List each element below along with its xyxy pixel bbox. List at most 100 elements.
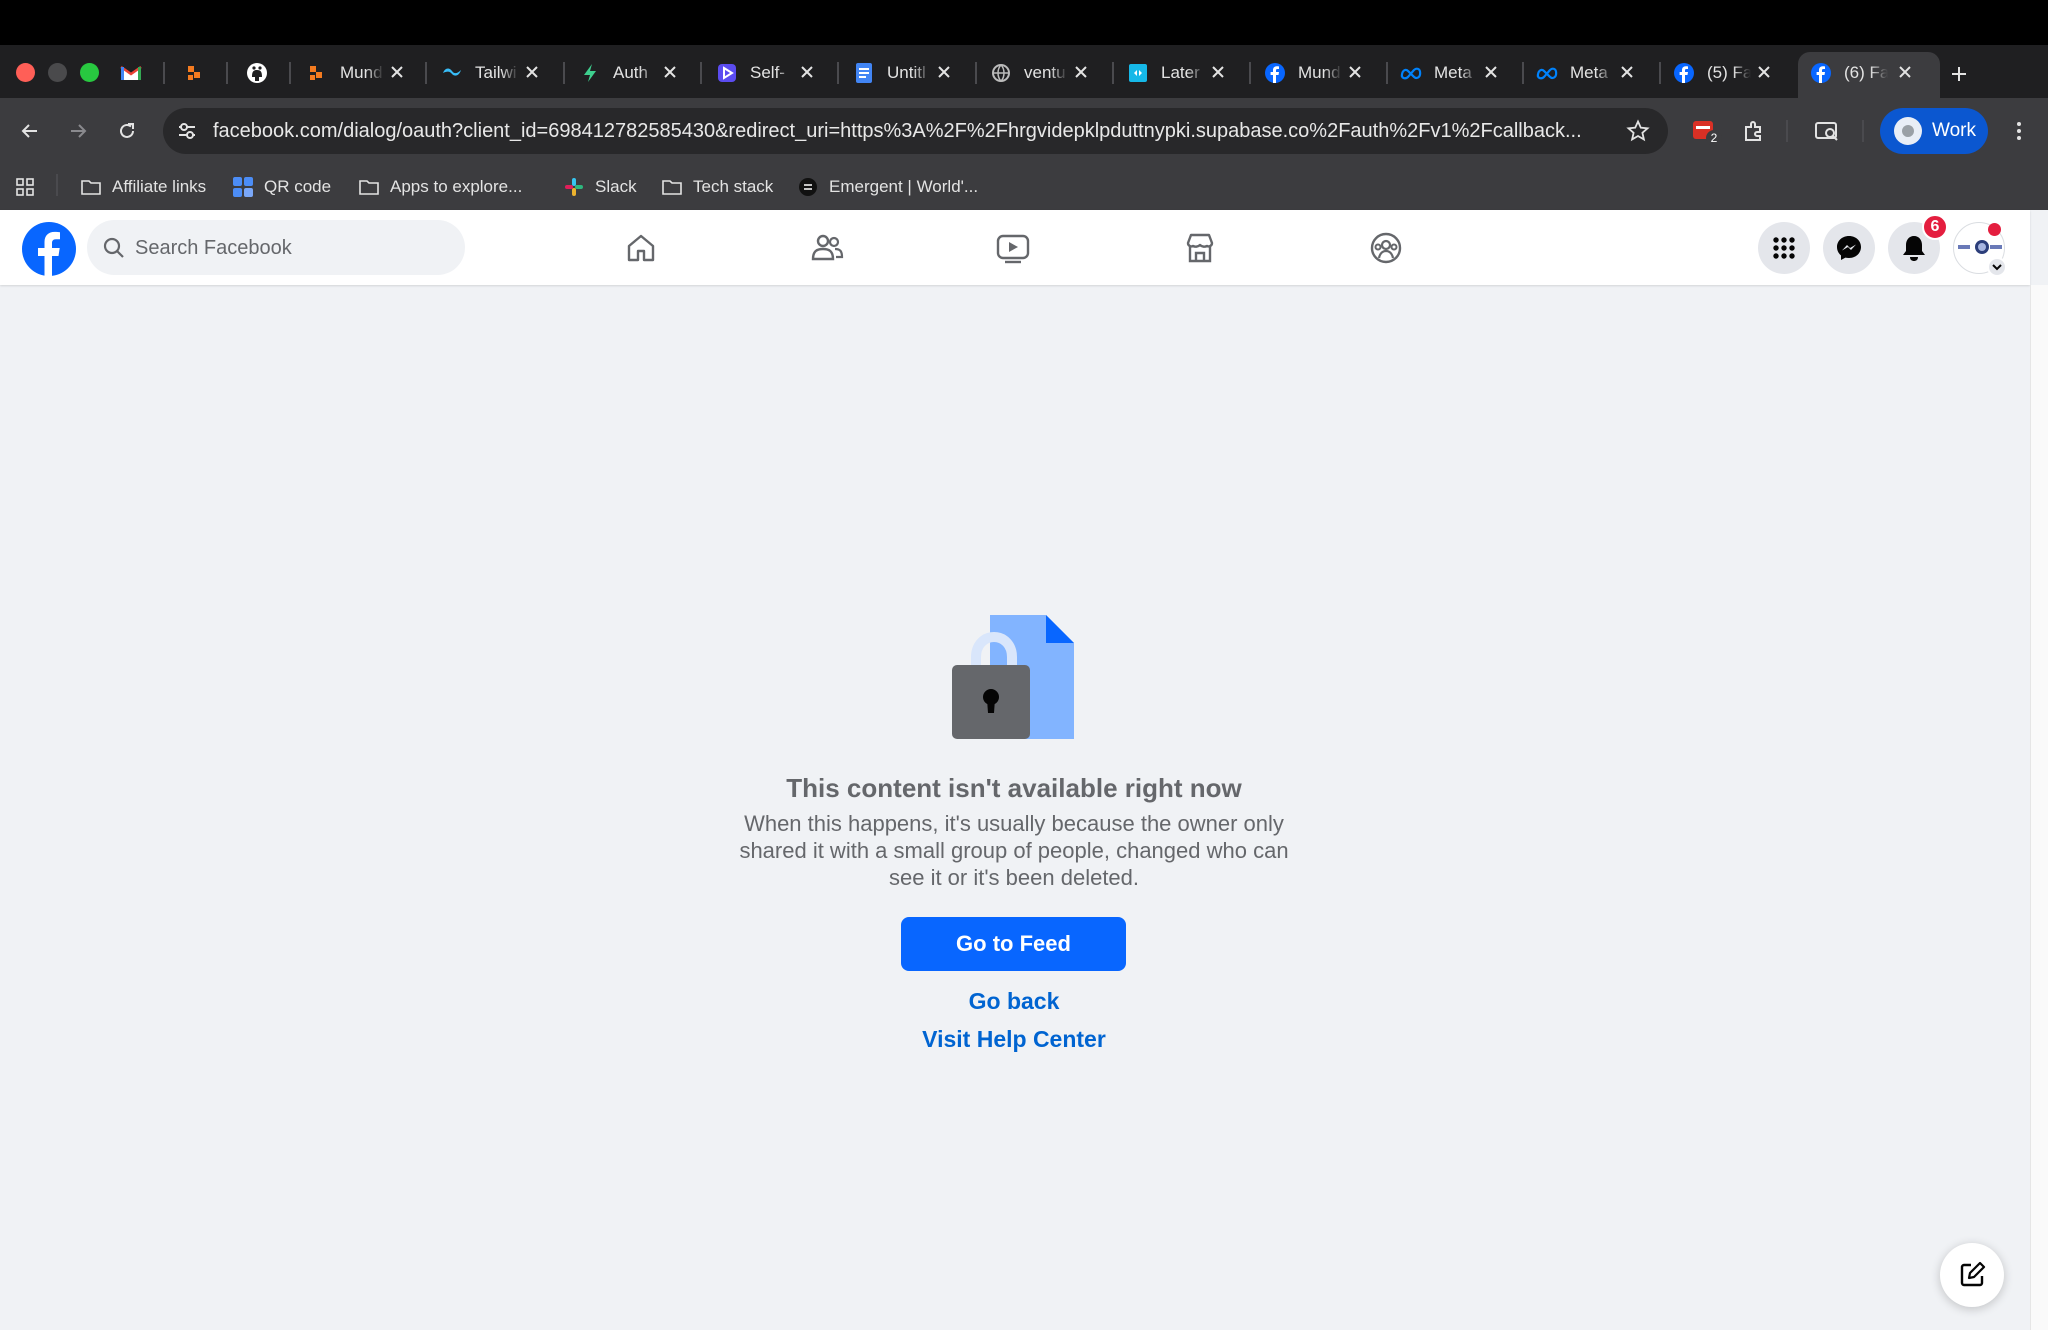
tab-meta-2[interactable]: Meta [1536,56,1640,90]
nav-video-button[interactable] [993,228,1033,268]
groups-icon [1370,232,1402,264]
nav-friends-button[interactable] [807,228,847,268]
messenger-button[interactable] [1823,222,1875,274]
new-tab-button[interactable] [1943,58,1975,90]
search-input[interactable]: Search Facebook [87,220,465,275]
bookmark-item[interactable]: Apps to explore... [358,172,522,202]
tab-gmail[interactable] [120,56,150,90]
bookmark-item[interactable]: Tech stack [661,172,773,202]
tab-title: (6) Fa [1844,63,1888,82]
tab-search-button[interactable] [1812,116,1842,146]
nav-home-button[interactable] [621,228,661,268]
close-tab-icon[interactable] [1751,59,1777,85]
tab-meta-1[interactable]: Meta [1400,56,1504,90]
tab-self[interactable]: Self- [716,56,820,90]
tab-tailwind[interactable]: Tailwi [441,56,545,90]
bookmark-item[interactable]: Affiliate links [80,172,206,202]
close-tab-icon[interactable] [1342,59,1368,85]
close-tab-icon[interactable] [1478,59,1504,85]
friends-icon [811,234,844,261]
nav-groups-button[interactable] [1366,228,1406,268]
extensions-button[interactable] [1739,116,1769,146]
extension-badge: 2 [1706,130,1722,146]
bookmark-label: Tech stack [693,177,774,196]
tab-title: Later [1161,63,1200,82]
facebook-logo-icon[interactable] [21,221,77,277]
tab-title: Untitl [887,63,926,82]
close-tab-icon[interactable] [1892,59,1918,85]
close-tab-icon[interactable] [519,59,545,85]
close-tab-icon[interactable] [1068,59,1094,85]
error-description-line: shared it with a small group of people, … [739,838,1289,863]
github-icon [246,62,268,84]
error-description-line: When this happens, it's usually because … [744,811,1284,836]
bookmark-item[interactable]: QR code [232,172,331,202]
toolbar-separator [1862,120,1864,142]
bookmarks-separator [56,174,58,196]
tab-untitled[interactable]: Untitl [853,56,957,90]
error-description-line: see it or it's been deleted. [888,865,1140,890]
tab-separator [1386,62,1388,84]
address-bar[interactable]: facebook.com/dialog/oauth?client_id=6984… [163,108,1668,154]
orange-blocks-icon [306,62,328,84]
close-window-button[interactable] [16,63,35,82]
tab-orange[interactable] [184,56,214,90]
bookmark-item[interactable]: Emergent | World'... [797,172,978,202]
minimize-window-button[interactable] [48,63,67,82]
close-tab-icon[interactable] [794,59,820,85]
go-back-link[interactable]: Go back [800,988,1228,1015]
chevron-down-icon [1992,264,2002,271]
nav-marketplace-button[interactable] [1180,228,1220,268]
apps-button[interactable] [14,172,46,202]
new-message-button[interactable] [1940,1243,2004,1307]
home-icon [627,234,655,262]
tab-separator [700,62,702,84]
tab-facebook-5[interactable]: (5) Fa [1673,56,1777,90]
tab-separator [425,62,427,84]
tab-facebook-6-active[interactable]: (6) Fa [1810,56,1918,90]
close-tab-icon[interactable] [1205,59,1231,85]
toolbar-separator [1786,120,1788,142]
menu-button[interactable] [1758,222,1810,274]
tab-later[interactable]: Later [1127,56,1231,90]
tab-mund[interactable]: Mund [306,56,410,90]
maximize-window-button[interactable] [80,63,99,82]
url-text[interactable]: facebook.com/dialog/oauth?client_id=6984… [213,120,1603,143]
tab-github[interactable] [246,56,276,90]
close-tab-icon[interactable] [1614,59,1640,85]
browser-menu-button[interactable] [2004,116,2034,146]
bookmark-item[interactable]: Slack [563,172,637,202]
facebook-icon [1673,62,1695,84]
go-to-feed-button[interactable]: Go to Feed [901,917,1126,971]
bolt-icon [579,62,601,84]
play-icon [716,62,738,84]
reload-button[interactable] [110,114,144,148]
close-tab-icon[interactable] [931,59,957,85]
tab-title: Meta [1570,63,1608,82]
bookmark-star-icon[interactable] [1626,119,1650,143]
tab-auth[interactable]: Auth [579,56,683,90]
facebook-icon [1264,62,1286,84]
emergent-icon [797,176,819,198]
error-description: When this happens, it's usually because … [700,810,1328,891]
tab-ventu[interactable]: ventu [990,56,1094,90]
help-center-link[interactable]: Visit Help Center [800,1026,1228,1053]
slack-icon [563,176,585,198]
online-status-dot [1988,223,2001,236]
tab-separator [975,62,977,84]
forward-button[interactable] [61,114,95,148]
profile-button[interactable]: Work [1880,108,1988,154]
extension-calendar-button[interactable]: 2 [1690,116,1722,146]
close-tab-icon[interactable] [657,59,683,85]
page-scrollbar[interactable] [2030,285,2048,1330]
site-settings-icon[interactable] [175,119,199,143]
back-button[interactable] [13,114,47,148]
plus-icon [1952,67,1966,81]
tab-title: Meta [1434,63,1472,82]
reload-icon [120,123,134,138]
account-menu-button[interactable] [1987,257,2007,277]
bell-icon [1903,236,1925,261]
close-tab-icon[interactable] [384,59,410,85]
tab-mund-facebook[interactable]: Mund [1264,56,1368,90]
arrow-left-icon [21,124,37,138]
